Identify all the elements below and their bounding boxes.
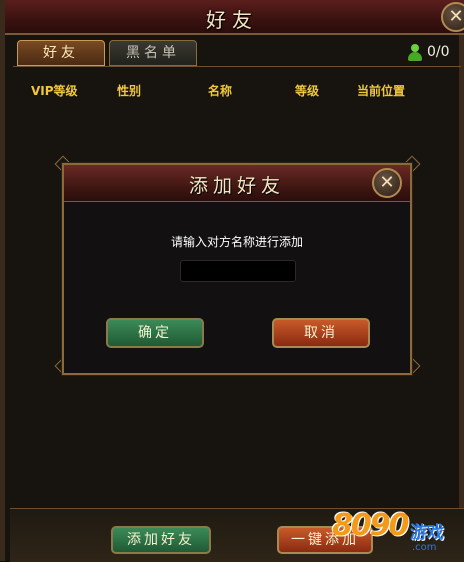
dialog-prompt: 请输入对方名称进行添加 bbox=[170, 235, 303, 249]
cancel-button[interactable]: 取消 bbox=[272, 318, 370, 348]
tab-blacklist[interactable]: 黑名单 bbox=[109, 40, 197, 66]
add-friend-dialog: 添加好友 ✕ 请输入对方名称进行添加 确定 取消 bbox=[62, 163, 412, 375]
column-name: 名称 bbox=[208, 84, 233, 98]
watermark-logo-text: 游戏 bbox=[410, 523, 444, 543]
tab-friends[interactable]: 好友 bbox=[17, 40, 105, 66]
add-friend-button[interactable]: 添加好友 bbox=[111, 526, 211, 554]
user-icon bbox=[407, 44, 423, 62]
watermark-domain: .com bbox=[412, 542, 437, 553]
close-icon[interactable]: ✕ bbox=[441, 2, 464, 32]
column-gender: 性别 bbox=[117, 84, 142, 98]
dialog-close-icon[interactable]: ✕ bbox=[372, 168, 402, 198]
dialog-title-bar: 添加好友 ✕ bbox=[64, 165, 410, 202]
column-vip-level: VIP等级 bbox=[31, 84, 78, 98]
confirm-button[interactable]: 确定 bbox=[106, 318, 204, 348]
online-counter: 0/0 bbox=[407, 42, 463, 64]
tab-divider bbox=[13, 66, 461, 67]
watermark-logo-number: 8090 bbox=[332, 508, 409, 543]
column-level: 等级 bbox=[295, 84, 320, 98]
site-watermark: 8090 游戏 .com bbox=[330, 506, 464, 561]
online-count: 0/0 bbox=[427, 44, 450, 60]
column-location: 当前位置 bbox=[357, 84, 406, 98]
friend-name-input[interactable] bbox=[180, 260, 296, 282]
window-title: 好友 bbox=[206, 8, 258, 32]
dialog-title: 添加好友 bbox=[188, 175, 285, 197]
